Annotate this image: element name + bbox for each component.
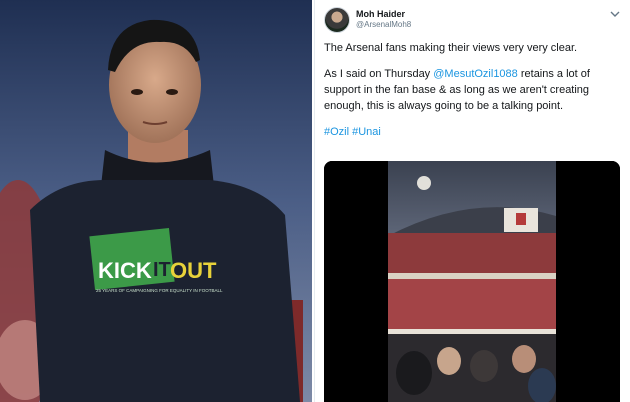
tweet-video[interactable] bbox=[324, 161, 620, 402]
tweet-text: The Arsenal fans making their views very… bbox=[324, 40, 622, 150]
tweet-line-1: The Arsenal fans making their views very… bbox=[324, 42, 578, 54]
avatar[interactable] bbox=[324, 7, 350, 33]
tweet-header: Moh Haider @ArsenalMoh8 bbox=[324, 7, 624, 37]
player-photo: KICK IT OUT 25 YEARS OF CAMPAIGNING FOR … bbox=[0, 0, 312, 402]
mention-link[interactable]: @MesutOzil1088 bbox=[433, 68, 518, 80]
tweet-card: Moh Haider @ArsenalMoh8 The Arsenal fans… bbox=[314, 0, 630, 402]
display-name[interactable]: Moh Haider bbox=[356, 9, 405, 19]
hashtag-ozil[interactable]: #Ozil bbox=[324, 126, 349, 138]
tweet-line-2: As I said on Thursday @MesutOzil1088 ret… bbox=[324, 66, 622, 114]
hashtag-unai[interactable]: #Unai bbox=[352, 126, 381, 138]
stadium-video-frame bbox=[324, 161, 620, 402]
shirt-tagline: 25 YEARS OF CAMPAIGNING FOR EQUALITY IN … bbox=[96, 288, 223, 293]
player-photo-drawing: KICK IT OUT 25 YEARS OF CAMPAIGNING FOR … bbox=[0, 0, 312, 402]
tweet-text-fragment: As I said on Thursday bbox=[324, 68, 434, 80]
shirt-logo-it: IT bbox=[153, 259, 171, 281]
chevron-down-icon[interactable] bbox=[608, 7, 622, 21]
shirt-logo-kick: KICK bbox=[98, 258, 152, 283]
shirt-logo-out: OUT bbox=[170, 258, 217, 283]
tweet-hashtags: #Ozil #Unai bbox=[324, 124, 622, 140]
user-handle[interactable]: @ArsenalMoh8 bbox=[356, 20, 411, 29]
